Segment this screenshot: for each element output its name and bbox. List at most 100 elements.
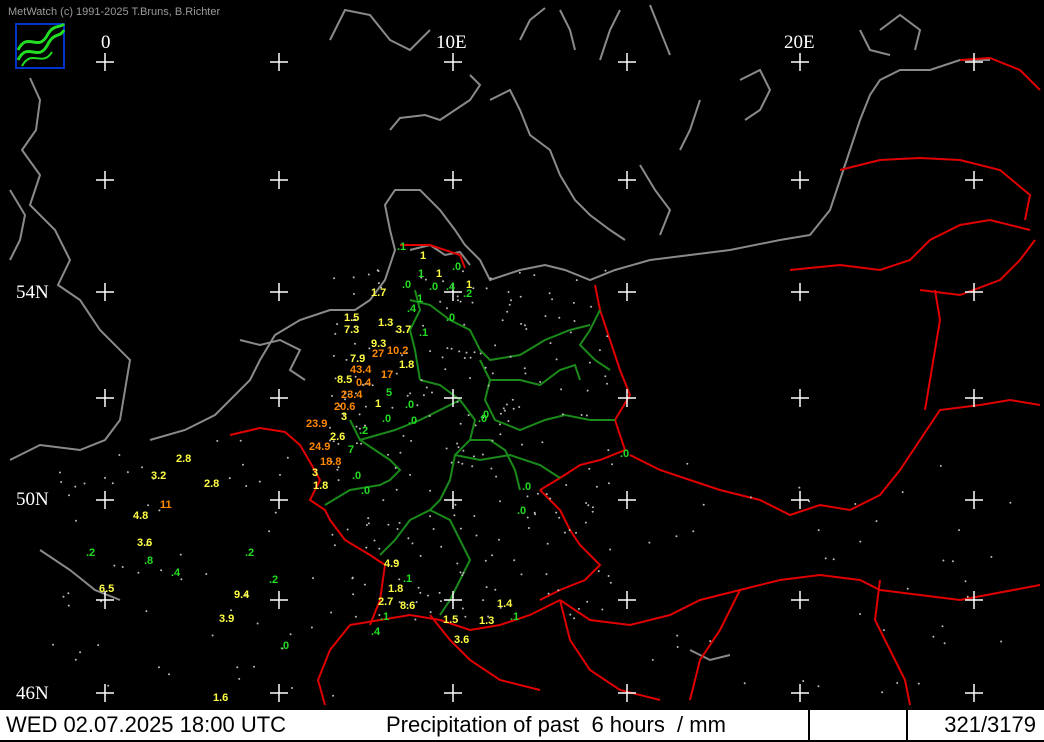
precip-value: .0 xyxy=(480,409,489,421)
map-title: Precipitation of past 6 hours / mm xyxy=(386,712,726,737)
station-dot xyxy=(446,347,449,350)
copyright-credit: MetWatch (c) 1991-2025 T.Bruns, B.Richte… xyxy=(8,6,221,18)
station-dot xyxy=(499,433,502,436)
station-dot xyxy=(587,504,590,507)
station-dot xyxy=(611,463,614,466)
station-dot xyxy=(395,488,398,491)
station-dot xyxy=(561,413,564,416)
station-dot xyxy=(555,358,558,361)
station-dot xyxy=(337,442,340,445)
station-dot xyxy=(179,553,182,556)
station-dot xyxy=(440,545,443,548)
weather-map[interactable]: .1 1 1 1.0.0.0.4 1.2 1 1.7.4.0 1.5 7.3 1.3 3.7.1 9.… xyxy=(0,0,1044,742)
metwatch-logo-icon xyxy=(15,22,66,69)
precip-value: 3.6 xyxy=(454,634,469,646)
station-dot xyxy=(510,299,512,302)
station-dot xyxy=(558,516,561,519)
precip-value: .0 xyxy=(361,485,370,497)
station-dot xyxy=(425,386,428,389)
station-dot xyxy=(429,515,432,518)
station-dot xyxy=(377,270,380,272)
station-dot xyxy=(274,511,277,514)
station-dot xyxy=(354,615,357,618)
station-dot xyxy=(456,562,459,565)
precip-value: .2 xyxy=(463,288,472,300)
precip-value: .0 xyxy=(280,640,289,652)
precip-value: .1 xyxy=(510,611,519,623)
station-dot xyxy=(482,599,485,602)
precip-value: 0.4 xyxy=(356,377,372,389)
station-dot xyxy=(409,392,412,395)
station-dot xyxy=(491,554,494,557)
station-dot xyxy=(450,461,453,464)
station-dot xyxy=(352,593,355,596)
precip-value: .4 xyxy=(407,303,417,315)
station-dot xyxy=(548,292,551,295)
station-dot xyxy=(422,394,425,397)
station-dot xyxy=(429,350,432,353)
station-dot xyxy=(575,279,578,282)
station-dot xyxy=(68,494,70,497)
station-dot xyxy=(958,529,961,532)
station-dot xyxy=(479,352,482,355)
lat-label-54n: 54N xyxy=(16,282,49,303)
station-dot xyxy=(588,467,591,470)
station-dot xyxy=(420,379,423,382)
map-canvas[interactable]: .111 1.0.0.0.4 1.211.7.4.01.57.31.33.7.19.… xyxy=(0,0,1044,740)
station-dot xyxy=(498,538,500,541)
station-dot xyxy=(432,528,435,530)
precip-value: .0 xyxy=(405,399,414,411)
station-dot xyxy=(333,544,336,547)
precip-value: .0 xyxy=(620,448,629,460)
precip-value: 11 xyxy=(160,499,172,511)
station-dot xyxy=(111,482,114,485)
precip-value: 1.6 xyxy=(213,692,228,704)
station-dot xyxy=(692,530,695,533)
precip-value: .4 xyxy=(446,281,456,293)
precip-value: .0 xyxy=(517,505,526,517)
precip-value: 1 xyxy=(417,293,423,305)
station-dot xyxy=(520,322,523,325)
station-dot xyxy=(598,349,601,352)
station-dot xyxy=(279,473,281,476)
station-dot xyxy=(917,682,920,685)
precip-value: 43.4 xyxy=(350,364,372,376)
station-dot xyxy=(228,477,231,480)
station-dot xyxy=(429,611,432,614)
station-dot xyxy=(67,592,70,595)
station-dot xyxy=(499,412,502,415)
precip-value: .2 xyxy=(245,547,254,559)
station-dot xyxy=(494,344,497,347)
station-dot xyxy=(439,300,442,303)
station-dot xyxy=(429,489,432,492)
station-dot xyxy=(604,269,607,272)
station-dot xyxy=(549,342,552,345)
station-dot xyxy=(258,480,261,483)
station-dot xyxy=(906,587,909,590)
station-dot xyxy=(509,355,512,358)
precip-value: 17 xyxy=(381,369,393,381)
station-dot xyxy=(485,586,488,589)
station-dot xyxy=(446,307,448,310)
station-dot xyxy=(424,278,427,281)
station-dot xyxy=(513,559,516,562)
station-dot xyxy=(569,331,572,334)
station-dot xyxy=(749,496,752,499)
station-dot xyxy=(817,529,820,532)
station-dot xyxy=(454,503,457,506)
precip-value: 4.9 xyxy=(384,558,399,570)
station-dot xyxy=(607,482,610,485)
station-dot xyxy=(407,537,410,540)
station-dot xyxy=(205,573,208,575)
station-dot xyxy=(607,575,610,577)
station-dot xyxy=(519,295,522,298)
lon-label-10e: 10E xyxy=(436,32,467,53)
station-dot xyxy=(442,280,445,283)
precip-value: 2.8 xyxy=(176,453,191,465)
station-dot xyxy=(966,595,969,598)
station-dot xyxy=(353,292,355,295)
precip-value: 1 xyxy=(436,268,442,280)
station-dot xyxy=(97,644,100,647)
station-dot xyxy=(387,453,389,456)
station-dot xyxy=(875,520,878,523)
